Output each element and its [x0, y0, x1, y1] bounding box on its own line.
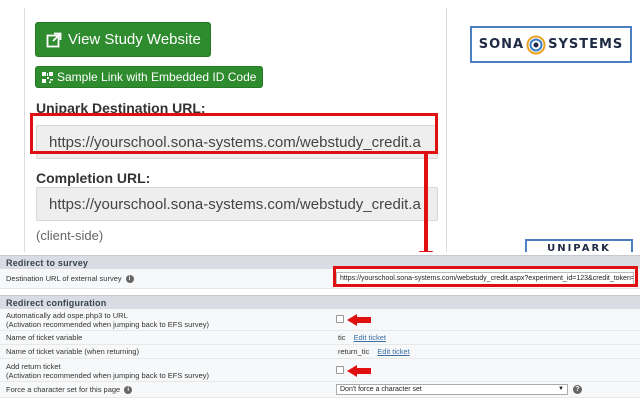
auto-add-label-line1: Automatically add ospe.php3 to URL [6, 311, 128, 320]
auto-add-checkbox[interactable] [336, 315, 344, 323]
redirect-config-section-header: Redirect configuration [0, 295, 640, 309]
view-study-website-label: View Study Website [68, 31, 201, 48]
ticket-return-label: Name of ticket variable (when returning) [6, 347, 139, 356]
sona-logo-left-text: SONA [478, 37, 525, 52]
qr-code-icon [42, 71, 53, 83]
sona-systems-logo: SONA SYSTEMS [470, 26, 632, 63]
red-arrow-line [424, 153, 428, 253]
sona-logo-right-text: SYSTEMS [548, 37, 624, 52]
destination-url-highlight [333, 266, 638, 287]
ticket-variable-label: Name of ticket variable [6, 333, 83, 342]
add-return-label-line1: Add return ticket [6, 362, 61, 371]
destination-url-label-wrap: Destination URL of external survey i [6, 274, 134, 284]
sample-link-label: Sample Link with Embedded ID Code [57, 70, 257, 84]
auto-add-label-line2: (Activation recommended when jumping bac… [6, 320, 210, 329]
external-link-icon [46, 32, 62, 47]
ticket-return-value-wrap: return_tic Edit ticket [338, 347, 410, 356]
auto-add-row: Automatically add ospe.php3 to URL (Acti… [0, 309, 640, 331]
add-return-label: Add return ticket (Activation recommende… [6, 362, 209, 380]
add-return-ticket-row: Add return ticket (Activation recommende… [0, 359, 640, 382]
info-icon[interactable]: i [124, 386, 133, 395]
destination-url-label: Destination URL of external survey [6, 274, 122, 283]
charset-select[interactable]: Don't force a character set ▼ [336, 384, 568, 395]
add-return-label-line2: (Activation recommended when jumping bac… [6, 371, 210, 380]
ticket-variable-value: tic [338, 333, 346, 342]
client-side-note: (client-side) [36, 228, 104, 243]
ticket-variable-value-wrap: tic Edit ticket [338, 333, 386, 342]
unipark-url-highlight [30, 113, 438, 154]
sample-link-button[interactable]: Sample Link with Embedded ID Code [35, 66, 263, 88]
sona-swirl-icon [526, 35, 546, 54]
completion-url-field[interactable]: https://yourschool.sona-systems.com/webs… [36, 187, 438, 221]
chevron-down-icon: ▼ [558, 386, 564, 392]
ticket-return-row: Name of ticket variable (when returning)… [0, 345, 640, 359]
edit-return-ticket-link[interactable]: Edit ticket [377, 347, 410, 356]
red-arrow-icon [347, 314, 371, 326]
completion-url-label: Completion URL: [36, 170, 151, 186]
auto-add-label: Automatically add ospe.php3 to URL (Acti… [6, 311, 209, 329]
edit-ticket-link[interactable]: Edit ticket [354, 333, 387, 342]
add-return-checkbox[interactable] [336, 366, 344, 374]
charset-label-wrap: Force a character set for this page i [6, 385, 133, 395]
red-arrow-icon [347, 365, 371, 377]
ticket-variable-row: Name of ticket variable tic Edit ticket [0, 331, 640, 345]
charset-row: Force a character set for this page i Don… [0, 382, 640, 398]
charset-label: Force a character set for this page [6, 385, 121, 394]
view-study-website-button[interactable]: View Study Website [35, 22, 211, 57]
charset-select-value: Don't force a character set [340, 386, 422, 393]
info-icon[interactable]: i [125, 275, 134, 284]
ticket-return-value: return_tic [338, 347, 370, 356]
help-icon[interactable]: ? [573, 385, 582, 394]
